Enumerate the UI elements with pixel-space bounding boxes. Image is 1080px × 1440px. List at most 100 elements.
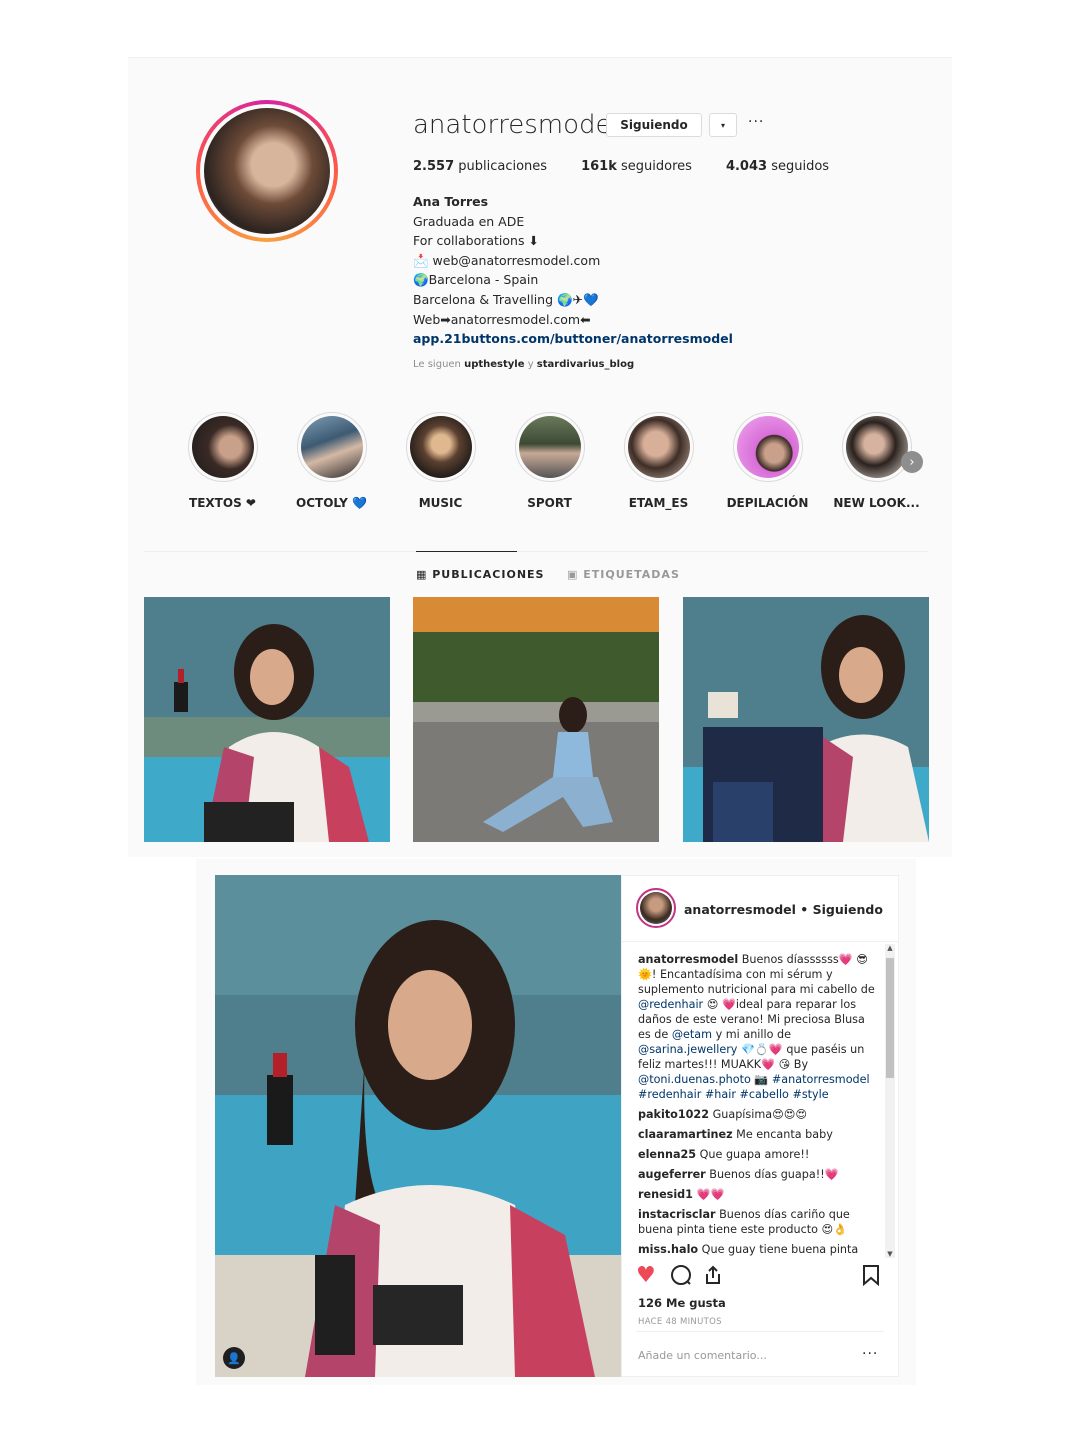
comment-input[interactable]: Añade un comentario... xyxy=(638,1349,767,1362)
more-options-icon[interactable]: ··· xyxy=(862,1346,878,1362)
mention-link[interactable]: @redenhair xyxy=(638,998,703,1011)
post-image xyxy=(683,597,929,842)
bio-line: Barcelona & Travelling 🌍✈💙 xyxy=(413,291,599,307)
followed-by: Le siguen upthestyle y stardivarius_blog xyxy=(413,358,635,370)
followed-by-user[interactable]: upthestyle xyxy=(464,359,524,370)
highlight-cover xyxy=(518,416,581,478)
active-tab-indicator xyxy=(416,551,517,552)
profile-full-name: Ana Torres xyxy=(413,194,489,209)
highlight-label: ETAM_ES xyxy=(628,496,689,510)
highlight-label: TEXTOS ❤ xyxy=(189,496,256,510)
highlight-label: MUSIC xyxy=(418,496,463,510)
grid-post-1[interactable] xyxy=(144,597,390,842)
comment-username[interactable]: augeferrer xyxy=(638,1168,706,1181)
highlight-cover xyxy=(736,416,799,478)
share-icon[interactable] xyxy=(702,1264,724,1292)
comment-item: augeferrer Buenos días guapa!!💗 xyxy=(638,1168,839,1181)
mention-link[interactable]: @sarina.jewellery xyxy=(638,1043,737,1056)
grid-icon: ▦ xyxy=(416,568,433,581)
comment-item: elenna25 Que guapa amore!! xyxy=(638,1148,810,1161)
highlight-music[interactable]: MUSIC xyxy=(386,412,495,510)
comment-username[interactable]: elenna25 xyxy=(638,1148,696,1161)
highlight-cover xyxy=(191,416,254,478)
comment-item: pakito1022 Guapísima😍😍😍 xyxy=(638,1108,808,1121)
tabs-divider xyxy=(144,551,928,552)
followed-by-user[interactable]: stardivarius_blog xyxy=(537,359,634,370)
profile-username: anatorresmodel xyxy=(413,110,619,140)
post-author[interactable]: anatorresmodel • Siguiendo xyxy=(684,902,883,917)
highlight-label: NEW LOOK... xyxy=(833,496,920,510)
comment-icon[interactable] xyxy=(670,1264,692,1292)
comment-username[interactable]: miss.halo xyxy=(638,1243,698,1256)
post-actions: ♥ xyxy=(636,1264,886,1292)
profile-avatar[interactable] xyxy=(196,100,338,242)
profile-bio: Ana Torres Graduada en ADE For collabora… xyxy=(413,192,733,374)
highlight-octoly[interactable]: OCTOLY 💙 xyxy=(277,412,386,510)
bio-link[interactable]: app.21buttons.com/buttoner/anatorresmode… xyxy=(413,329,733,349)
bio-email: 📩 web@anatorresmodel.com xyxy=(413,252,601,268)
post-photo[interactable]: 👤 xyxy=(215,875,621,1377)
post-detail-panel: 👤 anatorresmodel • Siguiendo anatorresmo… xyxy=(196,859,916,1385)
tagged-people-icon[interactable]: 👤 xyxy=(223,1347,245,1369)
tab-tagged[interactable]: ▣ ETIQUETADAS xyxy=(567,568,680,581)
post-timestamp: HACE 48 MINUTOS xyxy=(638,1317,722,1327)
highlight-cover xyxy=(845,416,908,478)
bio-web: Web➡anatorresmodel.com⬅ xyxy=(413,311,591,327)
page: anatorresmodel Siguiendo ▾ ··· 2.557 pub… xyxy=(0,0,1080,1440)
highlight-depilacion[interactable]: DEPILACIÓN xyxy=(713,412,822,510)
comment-item: instacrisclar Buenos días cariño que bue… xyxy=(638,1208,850,1236)
mention-link[interactable]: @etam xyxy=(672,1028,712,1041)
scroll-down-icon[interactable]: ▼ xyxy=(885,1250,895,1258)
profile-stats: 2.557 publicaciones 161k seguidores 4.04… xyxy=(413,159,829,174)
comment-item: renesid1 💗💗 xyxy=(638,1188,725,1201)
post-sidebar: anatorresmodel • Siguiendo anatorresmode… xyxy=(621,875,899,1377)
profile-panel: anatorresmodel Siguiendo ▾ ··· 2.557 pub… xyxy=(128,57,952,857)
post-image xyxy=(144,597,390,842)
like-icon[interactable]: ♥ xyxy=(636,1264,656,1288)
comment-username[interactable]: renesid1 xyxy=(638,1188,693,1201)
chevron-right-icon[interactable]: › xyxy=(901,451,923,473)
comment-item: miss.halo Que guay tiene buena pinta xyxy=(638,1243,859,1256)
scroll-up-icon[interactable]: ▲ xyxy=(885,944,895,952)
comment-username[interactable]: claaramartinez xyxy=(638,1128,733,1141)
comment-username[interactable]: pakito1022 xyxy=(638,1108,709,1121)
profile-photo xyxy=(204,108,330,234)
following-button[interactable]: Siguiendo xyxy=(606,113,702,137)
highlight-label: OCTOLY 💙 xyxy=(296,496,367,510)
tab-posts[interactable]: ▦ PUBLICACIONES xyxy=(416,568,544,581)
bookmark-icon[interactable] xyxy=(862,1264,880,1292)
highlight-etam[interactable]: ETAM_ES xyxy=(604,412,713,510)
comment-divider xyxy=(636,1331,884,1332)
chevron-down-icon[interactable]: ▾ xyxy=(709,113,737,137)
tag-icon: ▣ xyxy=(567,568,584,581)
caption-username[interactable]: anatorresmodel xyxy=(638,953,738,966)
bio-location: 🌍Barcelona - Spain xyxy=(413,272,539,288)
highlight-cover xyxy=(409,416,472,478)
comment-item: claaramartinez Me encanta baby xyxy=(638,1128,833,1141)
grid-post-2[interactable] xyxy=(413,597,659,842)
more-options-icon[interactable]: ··· xyxy=(748,114,764,130)
followers-count[interactable]: 161k seguidores xyxy=(581,159,692,174)
grid-post-3[interactable] xyxy=(683,597,929,842)
comment-username[interactable]: instacrisclar xyxy=(638,1208,716,1221)
post-header: anatorresmodel • Siguiendo xyxy=(622,876,898,942)
highlight-label: SPORT xyxy=(527,496,572,510)
highlight-cover xyxy=(627,416,690,478)
scroll-thumb[interactable] xyxy=(886,958,894,1078)
highlight-cover xyxy=(300,416,363,478)
highlight-label: DEPILACIÓN xyxy=(726,496,809,510)
posts-count: 2.557 publicaciones xyxy=(413,159,548,174)
highlight-sport[interactable]: SPORT xyxy=(495,412,604,510)
comments-scrollbar[interactable]: ▲ ▼ xyxy=(885,944,895,1258)
bio-line: Graduada en ADE xyxy=(413,213,525,229)
post-caption: anatorresmodel Buenos díassssss💗 😎 🌞! En… xyxy=(638,953,875,1101)
following-count[interactable]: 4.043 seguidos xyxy=(726,159,829,174)
highlight-textos[interactable]: TEXTOS ❤ xyxy=(168,412,277,510)
likes-count[interactable]: 126 Me gusta xyxy=(638,1296,726,1310)
post-image xyxy=(413,597,659,842)
comments-list: anatorresmodel Buenos díassssss💗 😎 🌞! En… xyxy=(638,952,876,1262)
post-image xyxy=(215,875,621,1377)
bio-line: For collaborations ⬇ xyxy=(413,233,539,249)
mention-link[interactable]: @toni.duenas.photo xyxy=(638,1073,751,1086)
post-author-avatar[interactable] xyxy=(636,888,676,928)
